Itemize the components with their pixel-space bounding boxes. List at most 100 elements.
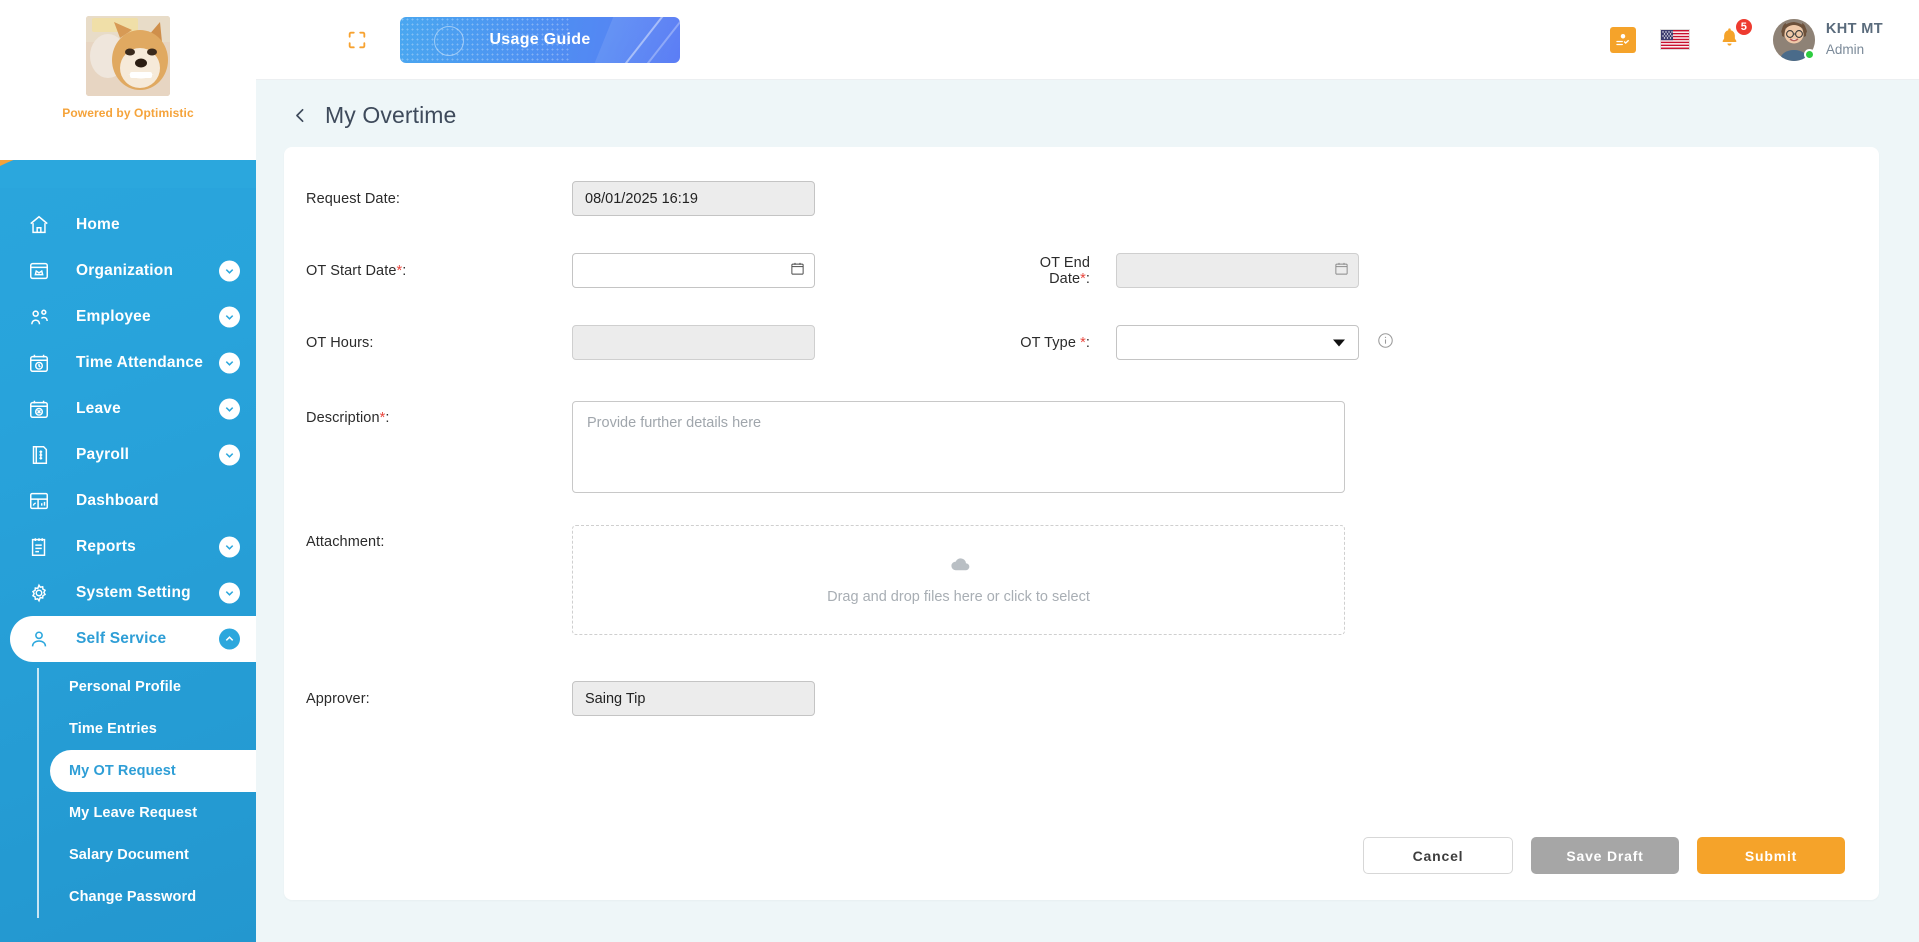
approver-input[interactable] — [572, 681, 815, 716]
topbar: Usage Guide — [256, 0, 1919, 80]
save-draft-button[interactable]: Save Draft — [1531, 837, 1679, 874]
description-label: Description*: — [306, 401, 572, 426]
chevron-up-icon[interactable] — [219, 629, 240, 650]
ot-dates-row: OT Start Date*: OT End Date*: — [284, 253, 1879, 288]
label-suffix: : — [1086, 335, 1090, 351]
submit-button[interactable]: Submit — [1697, 837, 1845, 874]
ot-start-date-field — [572, 253, 815, 288]
sidebar-item-system-setting[interactable]: System Setting — [10, 570, 256, 616]
sidebar-item-leave[interactable]: Leave — [10, 386, 256, 432]
request-date-input[interactable] — [572, 181, 815, 216]
organization-icon — [24, 260, 54, 282]
ot-type-select[interactable] — [1116, 325, 1359, 360]
reports-icon — [24, 536, 54, 558]
notification-badge: 5 — [1734, 17, 1754, 37]
sidebar-item-label: System Setting — [76, 584, 191, 602]
company-logo — [86, 16, 170, 96]
time-attendance-icon — [24, 352, 54, 374]
sidebar-item-reports[interactable]: Reports — [10, 524, 256, 570]
usage-guide-band — [595, 17, 680, 63]
sidebar-item-home[interactable]: Home — [10, 202, 256, 248]
ot-hours-label: OT Hours: — [306, 335, 572, 351]
chevron-down-icon[interactable] — [219, 537, 240, 558]
submenu-item-salary-document[interactable]: Salary Document — [50, 834, 256, 876]
ot-type-label-text: OT Type — [1020, 335, 1080, 351]
ot-start-date-label: OT Start Date*: — [306, 263, 572, 279]
chevron-down-icon[interactable] — [219, 307, 240, 328]
sidebar-item-payroll[interactable]: Payroll — [10, 432, 256, 478]
page-header: My Overtime — [256, 80, 1919, 147]
usage-guide-label: Usage Guide — [489, 31, 590, 49]
notification-bell[interactable]: 5 — [1714, 24, 1745, 56]
chevron-down-icon[interactable] — [219, 353, 240, 374]
sidebar-item-label: Home — [76, 216, 120, 234]
dashboard-icon — [24, 490, 54, 512]
ot-type-label: OT Type *: — [996, 335, 1116, 351]
hamburger-icon[interactable] — [296, 27, 320, 52]
ot-type-field — [1116, 325, 1359, 360]
ot-hours-type-row: OT Hours: OT Type *: — [284, 325, 1879, 360]
chevron-down-icon[interactable] — [219, 583, 240, 604]
usage-guide-circle — [434, 26, 464, 56]
label-suffix: : — [385, 410, 389, 426]
ot-hours-input[interactable] — [572, 325, 815, 360]
attachment-dropzone[interactable]: Drag and drop files here or click to sel… — [572, 525, 1345, 635]
sidebar: Powered by Optimistic Home — [0, 0, 256, 942]
sidebar-item-label: Leave — [76, 400, 121, 418]
info-icon[interactable] — [1377, 332, 1394, 354]
sidebar-item-dashboard[interactable]: Dashboard — [10, 478, 256, 524]
user-icon — [24, 628, 54, 650]
logo-caption: Powered by Optimistic — [62, 106, 193, 120]
ot-end-date-label: OT End Date*: — [996, 255, 1116, 287]
id-card-icon[interactable] — [1610, 27, 1636, 53]
chevron-down-icon[interactable] — [219, 261, 240, 282]
label-suffix: : — [402, 263, 406, 279]
gear-icon — [24, 582, 54, 604]
user-role: Admin — [1826, 40, 1883, 60]
sidebar-item-employee[interactable]: Employee — [10, 294, 256, 340]
request-date-label: Request Date: — [306, 191, 572, 207]
payroll-icon — [24, 444, 54, 466]
submenu-item-label: My Leave Request — [69, 805, 197, 821]
request-date-row: Request Date: — [284, 181, 1879, 216]
user-profile-menu[interactable]: KHT MT Admin — [1773, 19, 1883, 61]
chevron-down-icon[interactable] — [219, 445, 240, 466]
sidebar-item-label: Organization — [76, 262, 173, 280]
employee-icon — [24, 306, 54, 329]
cancel-button[interactable]: Cancel — [1363, 837, 1513, 874]
ot-start-date-label-text: OT Start Date — [306, 263, 396, 279]
page-title: My Overtime — [325, 102, 456, 129]
description-row: Description*: — [284, 401, 1879, 493]
submenu-item-my-ot-request[interactable]: My OT Request — [50, 750, 256, 792]
submenu-item-change-password[interactable]: Change Password — [50, 876, 256, 918]
ot-end-date-input[interactable] — [1116, 253, 1359, 288]
approver-row: Approver: — [284, 681, 1879, 716]
submenu-item-my-leave-request[interactable]: My Leave Request — [50, 792, 256, 834]
attachment-row: Attachment: Drag and drop files here or … — [284, 525, 1879, 635]
sidebar-item-time-attendance[interactable]: Time Attendance — [10, 340, 256, 386]
dropzone-text: Drag and drop files here or click to sel… — [827, 589, 1090, 605]
description-textarea[interactable] — [572, 401, 1345, 493]
submenu-item-label: My OT Request — [69, 763, 176, 779]
sidebar-item-label: Self Service — [76, 630, 166, 648]
sidebar-item-label: Time Attendance — [76, 354, 203, 372]
usage-guide-button[interactable]: Usage Guide — [400, 17, 680, 63]
cloud-upload-icon — [947, 555, 971, 579]
avatar — [1773, 19, 1815, 61]
approver-label: Approver: — [306, 691, 572, 707]
ot-start-date-input[interactable] — [572, 253, 815, 288]
overtime-form-card: Request Date: OT Start Date*: — [284, 147, 1879, 900]
sidebar-item-self-service[interactable]: Self Service — [10, 616, 256, 662]
back-chevron-icon[interactable] — [292, 107, 309, 124]
main-area: Usage Guide — [256, 0, 1919, 942]
sidebar-item-label: Reports — [76, 538, 136, 556]
us-flag-icon[interactable] — [1660, 29, 1690, 50]
sidebar-item-label: Employee — [76, 308, 151, 326]
submenu-item-personal-profile[interactable]: Personal Profile — [50, 666, 256, 708]
submenu-item-time-entries[interactable]: Time Entries — [50, 708, 256, 750]
fullscreen-icon[interactable] — [346, 29, 368, 51]
chevron-down-icon[interactable] — [219, 399, 240, 420]
sidebar-item-label: Payroll — [76, 446, 129, 464]
leave-icon — [24, 398, 54, 420]
sidebar-item-organization[interactable]: Organization — [10, 248, 256, 294]
